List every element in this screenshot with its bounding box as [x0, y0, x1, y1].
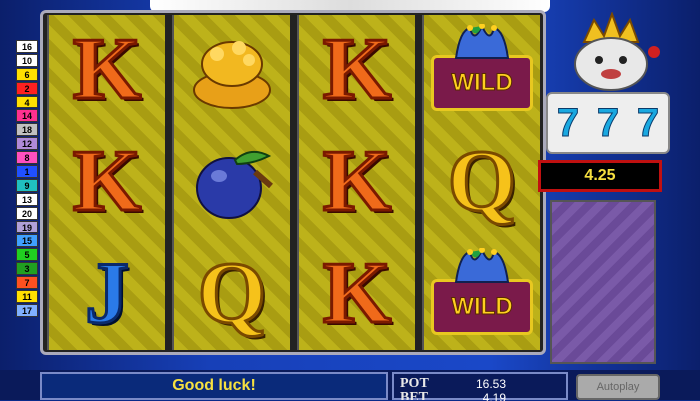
- letter-symbol: K: [321, 133, 392, 230]
- reel-symbol: K: [299, 15, 415, 125]
- king-mascot-icon: [554, 11, 664, 92]
- payline-marker[interactable]: 11: [16, 290, 38, 303]
- reel-4: WILD Q WILD: [422, 15, 540, 350]
- reel-symbol: WILD: [424, 239, 540, 349]
- letter-symbol: K: [71, 133, 142, 230]
- payline-marker[interactable]: 8: [16, 151, 38, 165]
- letter-symbol: Q: [196, 245, 267, 342]
- game-frame: 16 10 6 2 4 14 18 12 8 1 9 13 20 19 15 5 3 7 11 17 KKJQKKKW…: [0, 0, 700, 401]
- payline-marker[interactable]: 18: [16, 123, 38, 137]
- win-amount-display: 4.25: [538, 160, 662, 192]
- payline-marker[interactable]: 10: [16, 53, 38, 67]
- reel-symbol: Q: [424, 127, 540, 237]
- payline-marker[interactable]: 9: [16, 178, 38, 192]
- wild-symbol: WILD: [431, 24, 533, 111]
- gold-pot-icon: [193, 41, 271, 109]
- reel-symbol: [174, 15, 290, 125]
- status-message: Good luck!: [40, 372, 388, 400]
- plum-icon: [196, 150, 273, 219]
- jester-hat-icon: [454, 24, 510, 59]
- reel-symbol: WILD: [424, 15, 540, 125]
- payline-marker[interactable]: 3: [16, 262, 38, 276]
- reel-3: KKK: [297, 15, 415, 350]
- reel-symbol: K: [299, 239, 415, 349]
- payline-marker[interactable]: 14: [16, 109, 38, 123]
- payline-marker[interactable]: 5: [16, 248, 38, 262]
- letter-symbol: K: [321, 245, 392, 342]
- letter-symbol: Q: [446, 133, 517, 230]
- payline-marker[interactable]: 16: [16, 40, 38, 53]
- payline-marker[interactable]: 2: [16, 81, 38, 95]
- bet-label: BET: [400, 390, 429, 400]
- mini-reel-symbol: 7: [596, 100, 620, 145]
- reel-1: KKJ: [47, 15, 165, 350]
- reel-symbol: Q: [174, 239, 290, 349]
- pot-bet-panel: POT 16.53 BET 4.19: [392, 372, 568, 401]
- pot-value: 16.53: [475, 377, 506, 391]
- payline-marker[interactable]: 20: [16, 206, 38, 220]
- mini-slot-reels: 7 7 7: [546, 92, 670, 154]
- payline-marker[interactable]: 6: [16, 67, 38, 81]
- payline-marker[interactable]: 7: [16, 276, 38, 290]
- payline-marker[interactable]: 17: [16, 303, 38, 317]
- payline-marker[interactable]: 4: [16, 95, 38, 109]
- wild-label: WILD: [451, 69, 513, 97]
- payline-marker[interactable]: 13: [16, 192, 38, 206]
- payline-marker[interactable]: 19: [16, 220, 38, 234]
- autoplay-button[interactable]: Autoplay: [576, 374, 660, 400]
- mini-reel-symbol: 7: [556, 100, 580, 145]
- payline-marker[interactable]: 15: [16, 234, 38, 248]
- reel-symbol: K: [299, 127, 415, 237]
- reel-2: Q: [172, 15, 290, 350]
- wild-label: WILD: [451, 293, 513, 321]
- reel-symbol: K: [49, 15, 165, 125]
- letter-symbol: K: [321, 21, 392, 118]
- payline-marker[interactable]: 12: [16, 137, 38, 151]
- jester-hat-icon: [454, 248, 510, 283]
- reel-symbol: J: [49, 239, 165, 349]
- bonus-side-panel: 7 7 7 4.25: [538, 10, 672, 364]
- bonus-ladder: [550, 200, 656, 364]
- payline-indicators: 16 10 6 2 4 14 18 12 8 1 9 13 20 19 15 5 3 7 11 17: [16, 40, 40, 318]
- reel-symbol: [174, 127, 290, 237]
- wild-symbol: WILD: [431, 248, 533, 335]
- letter-symbol: J: [84, 245, 131, 342]
- reel-area: K K J Q K K K WILD Q WILD: [40, 10, 546, 355]
- reel-symbol: K: [49, 127, 165, 237]
- letter-symbol: K: [71, 21, 142, 118]
- payline-marker[interactable]: 1: [16, 165, 38, 178]
- mini-reel-symbol: 7: [636, 100, 660, 145]
